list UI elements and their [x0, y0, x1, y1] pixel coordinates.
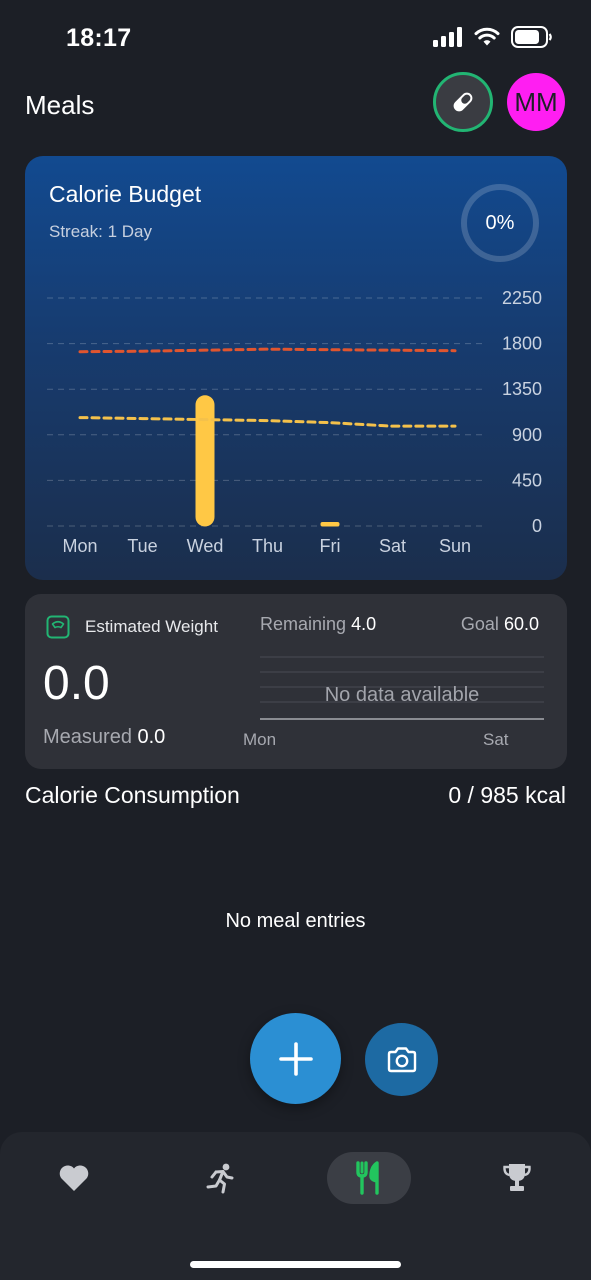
bottom-nav — [0, 1132, 591, 1280]
utensils-icon — [356, 1161, 379, 1195]
measured-weight: Measured 0.0 — [43, 726, 165, 749]
nav-activity[interactable] — [178, 1152, 262, 1204]
y-tick-label: 450 — [512, 470, 542, 490]
add-meal-button[interactable] — [250, 1013, 341, 1104]
weight-title: Estimated Weight — [85, 617, 218, 636]
home-indicator — [190, 1261, 401, 1268]
battery-icon — [511, 26, 552, 48]
nav-meals[interactable] — [327, 1152, 411, 1204]
goal-weight: Goal 60.0 — [461, 614, 539, 635]
bar — [320, 521, 340, 527]
nav-health[interactable] — [32, 1152, 116, 1204]
status-icons — [433, 26, 553, 48]
y-tick-label: 900 — [512, 425, 542, 445]
trophy-icon — [503, 1164, 531, 1191]
heart-icon — [59, 1165, 89, 1191]
goal-label: Goal — [460, 614, 499, 634]
x-tick-label: Wed — [187, 536, 224, 556]
mini-x-label-start: Mon — [243, 730, 277, 749]
remaining-value: 4.0 — [351, 614, 377, 634]
status-time: 18:17 — [66, 24, 132, 52]
y-tick-label: 2250 — [502, 288, 542, 308]
weight-value: 0.0 — [43, 657, 110, 710]
x-tick-label: Thu — [252, 536, 283, 556]
pill-icon — [453, 92, 473, 112]
running-icon — [206, 1163, 234, 1194]
target-line — [78, 416, 457, 428]
avatar[interactable]: MM — [507, 73, 565, 131]
x-tick-label: Fri — [320, 536, 341, 556]
target-line — [78, 347, 457, 354]
calorie-chart: 2250 1800 1350 900 450 0 Mon Tue Wed Thu Fri Sat Sun — [47, 288, 542, 556]
status-bar: 18:17 — [0, 0, 591, 80]
goal-value: 60.0 — [503, 614, 539, 634]
y-tick-label: 1350 — [502, 379, 542, 399]
page-title: Meals — [25, 90, 95, 120]
x-tick-label: Mon — [62, 536, 97, 556]
calorie-consumption-value: 0 / 985 kcal — [448, 782, 566, 808]
camera-button[interactable] — [365, 1023, 438, 1096]
empty-meals-message: No meal entries — [225, 910, 366, 932]
x-tick-label: Sat — [379, 536, 406, 556]
signal-icon — [433, 27, 462, 47]
y-tick-label: 1800 — [502, 334, 542, 354]
nav-achievements[interactable] — [475, 1152, 559, 1204]
y-tick-label: 0 — [532, 516, 542, 536]
plus-icon — [278, 1041, 313, 1076]
measured-label: Measured — [43, 726, 132, 748]
no-data-label: No data available — [324, 684, 480, 706]
calorie-consumption-label: Calorie Consumption — [25, 782, 240, 808]
estimated-weight-card[interactable]: Estimated Weight 0.0 Measured 0.0 Remain… — [25, 594, 567, 769]
bar — [195, 395, 215, 527]
remaining-label: Remaining — [260, 614, 347, 634]
calorie-budget-card[interactable]: Calorie Budget Streak: 1 Day 0% 2250 1800… — [25, 156, 567, 580]
camera-icon — [387, 1046, 416, 1072]
measured-value: 0.0 — [137, 726, 166, 748]
mini-x-label-end: Sat — [483, 730, 509, 749]
activity-ring-button[interactable] — [433, 72, 493, 132]
x-tick-label: Tue — [127, 536, 157, 556]
wifi-icon — [474, 27, 500, 46]
remaining-weight: Remaining 4.0 — [260, 614, 376, 635]
x-tick-label: Sun — [439, 536, 471, 556]
scale-icon — [46, 615, 70, 639]
